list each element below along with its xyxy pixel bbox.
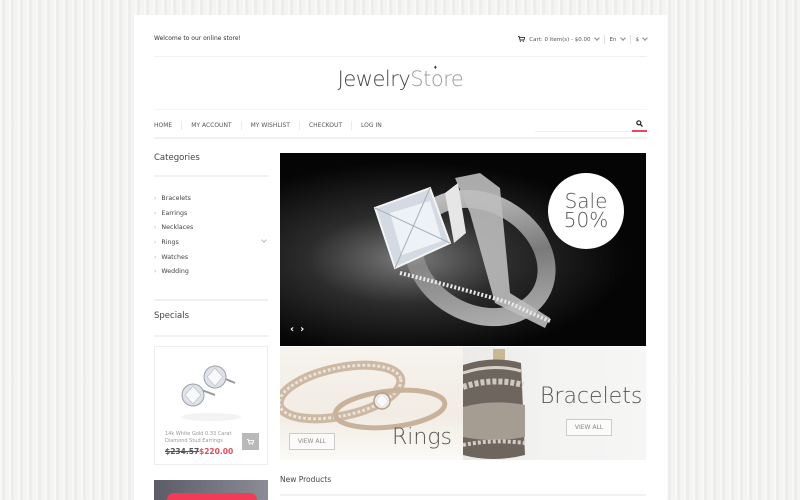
search-input[interactable] bbox=[535, 116, 630, 131]
slider-next-icon[interactable]: › bbox=[300, 325, 304, 335]
sidebar: Categories › Bracelets › Earrings › Necklac… bbox=[154, 153, 268, 338]
special-new-price: $220.00 bbox=[199, 447, 234, 456]
product-image-earrings[interactable] bbox=[175, 355, 247, 425]
logo-text-jewelry: Jewelry bbox=[337, 67, 411, 91]
main-navigation: HOME MY ACCOUNT MY WISHLIST CHECKOUT LOG… bbox=[154, 109, 647, 139]
search-button[interactable] bbox=[632, 117, 647, 132]
specials-title: Specials bbox=[154, 311, 268, 338]
diamond-ring-icon: ♦ bbox=[433, 64, 437, 71]
chevron-down-icon bbox=[619, 35, 626, 41]
chevron-right-icon: › bbox=[154, 209, 157, 217]
chevron-right-icon: › bbox=[154, 268, 157, 276]
chevron-right-icon: › bbox=[154, 253, 157, 261]
sale-percent: 50% bbox=[563, 208, 609, 232]
cart-dropdown[interactable]: Cart: 0 item(s) - $0.00 bbox=[518, 35, 600, 43]
welcome-message: Welcome to our online store! bbox=[154, 35, 241, 42]
bracelet-image bbox=[463, 349, 526, 459]
category-bracelets[interactable]: › Bracelets bbox=[154, 191, 268, 206]
chevron-down-icon bbox=[642, 35, 648, 41]
bracelets-label: Bracelets bbox=[540, 384, 643, 409]
language-value: En bbox=[609, 36, 617, 43]
rings-view-all-button[interactable]: VIEW ALL bbox=[289, 433, 335, 450]
category-list: › Bracelets › Earrings › Necklaces › Rings ›… bbox=[154, 191, 268, 279]
page-container: Welcome to our online store! Cart: 0 ite… bbox=[134, 15, 667, 500]
divider bbox=[154, 299, 268, 302]
special-product-card[interactable]: 14k White Gold 0.33 Carat Diamond Stud E… bbox=[154, 346, 268, 465]
nav-home[interactable]: HOME bbox=[154, 121, 181, 130]
category-label: Bracelets bbox=[161, 194, 191, 202]
slider-prev-icon[interactable]: ‹ bbox=[290, 325, 294, 335]
special-old-price: $234.57 bbox=[165, 447, 200, 456]
category-label: Wedding bbox=[161, 268, 189, 276]
chevron-right-icon: › bbox=[154, 224, 157, 232]
logo-text-st: St bbox=[410, 67, 431, 91]
bracelets-banner[interactable]: Bracelets VIEW ALL bbox=[463, 347, 646, 460]
cart-summary: Cart: 0 item(s) - $0.00 bbox=[529, 36, 591, 43]
sale-badge: Sale 50% bbox=[548, 173, 624, 249]
cart-icon bbox=[518, 36, 526, 42]
rings-banner[interactable]: VIEW ALL Rings bbox=[280, 347, 463, 460]
chevron-right-icon: › bbox=[154, 194, 157, 202]
divider bbox=[629, 35, 631, 44]
category-wedding[interactable]: › Wedding bbox=[154, 264, 268, 279]
cart-icon bbox=[247, 438, 254, 445]
rings-label: Rings bbox=[392, 425, 453, 450]
search-box bbox=[535, 116, 647, 132]
language-dropdown[interactable]: En bbox=[609, 35, 626, 43]
special-product-name[interactable]: 14k White Gold 0.33 Carat Diamond Stud E… bbox=[165, 431, 243, 444]
promo-button[interactable] bbox=[167, 493, 257, 500]
category-earrings[interactable]: › Earrings bbox=[154, 206, 268, 221]
hero-slider[interactable]: Sale 50% ‹ › bbox=[280, 153, 646, 346]
nav-log-in[interactable]: LOG IN bbox=[351, 121, 391, 130]
category-rings[interactable]: › Rings bbox=[154, 235, 268, 250]
category-label: Earrings bbox=[161, 209, 188, 217]
expand-chevron-icon[interactable] bbox=[261, 237, 267, 243]
top-bar: Welcome to our online store! Cart: 0 ite… bbox=[154, 15, 648, 57]
currency-dropdown[interactable]: $ bbox=[635, 35, 648, 43]
category-necklaces[interactable]: › Necklaces bbox=[154, 220, 268, 235]
bracelets-view-all-button[interactable]: VIEW ALL bbox=[566, 419, 612, 436]
store-logo[interactable]: JewelrySt ♦ ore bbox=[134, 64, 667, 91]
category-label: Necklaces bbox=[161, 224, 194, 232]
currency-value: $ bbox=[635, 36, 640, 43]
categories-title: Categories bbox=[154, 153, 268, 177]
top-bar-controls: Cart: 0 item(s) - $0.00 En $ bbox=[518, 35, 648, 44]
logo-text-re: re bbox=[443, 67, 464, 91]
logo-text-o: o bbox=[430, 67, 444, 91]
slider-navigation: ‹ › bbox=[290, 325, 304, 335]
nav-checkout[interactable]: CHECKOUT bbox=[298, 121, 351, 130]
nav-my-wishlist[interactable]: MY WISHLIST bbox=[240, 121, 299, 130]
divider bbox=[603, 35, 605, 44]
category-watches[interactable]: › Watches bbox=[154, 250, 268, 265]
nav-my-account[interactable]: MY ACCOUNT bbox=[181, 121, 240, 130]
category-label: Watches bbox=[161, 253, 189, 261]
add-to-cart-button[interactable] bbox=[242, 433, 259, 450]
chevron-down-icon bbox=[593, 35, 600, 41]
new-products-title: New Products bbox=[280, 475, 646, 496]
search-icon bbox=[636, 120, 643, 127]
chevron-right-icon: › bbox=[154, 238, 157, 246]
promo-banner[interactable] bbox=[154, 480, 268, 500]
category-label: Rings bbox=[161, 238, 179, 246]
